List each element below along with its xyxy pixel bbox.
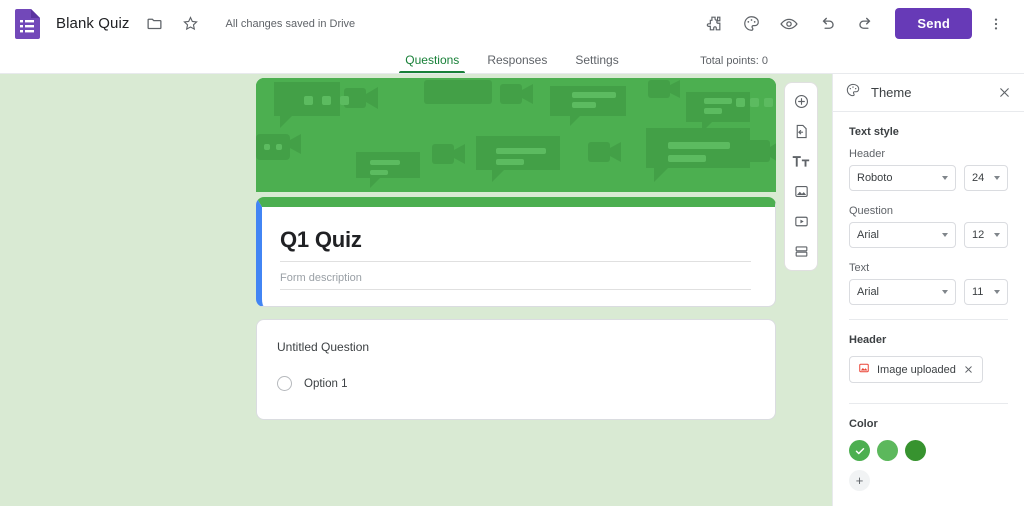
- folder-icon[interactable]: [142, 11, 168, 37]
- palette-theme-icon[interactable]: [735, 8, 767, 40]
- close-icon[interactable]: [997, 85, 1012, 100]
- form-title-card[interactable]: Q1 Quiz Form description: [256, 197, 776, 307]
- theme-panel-title: Theme: [871, 85, 912, 100]
- more-vert-icon[interactable]: [982, 8, 1010, 40]
- header-size-select[interactable]: 24: [964, 165, 1008, 191]
- color-section-heading: Color: [849, 418, 878, 430]
- header-size-value: 24: [972, 172, 985, 184]
- tab-settings[interactable]: Settings: [561, 53, 632, 73]
- form-header-image[interactable]: [256, 78, 776, 192]
- header-image-chip[interactable]: Image uploaded: [849, 356, 983, 383]
- add-image-icon[interactable]: [786, 178, 816, 205]
- form-title[interactable]: Q1 Quiz: [280, 227, 751, 262]
- question-font-select[interactable]: Arial: [849, 222, 956, 248]
- puzzle-addons-icon[interactable]: [697, 8, 729, 40]
- header-image-chip-label: Image uploaded: [877, 363, 956, 376]
- add-title-description-icon[interactable]: [786, 148, 816, 175]
- text-size-select[interactable]: 11: [964, 279, 1008, 305]
- header-font-select[interactable]: Roboto: [849, 165, 956, 191]
- palette-icon: [845, 82, 861, 103]
- add-question-icon[interactable]: [786, 88, 816, 115]
- star-icon[interactable]: [178, 11, 204, 37]
- question-font-value: Arial: [857, 229, 880, 241]
- image-icon: [858, 362, 870, 377]
- chevron-down-icon: [994, 290, 1000, 294]
- tab-responses[interactable]: Responses: [473, 53, 561, 73]
- form-description-placeholder[interactable]: Form description: [280, 262, 751, 290]
- panel-divider: [849, 319, 1008, 320]
- theme-panel-body: Text style Header Roboto 24 Question Ari…: [833, 112, 1024, 491]
- text-font-value: Arial: [857, 286, 880, 298]
- theme-panel: Theme Text style Header Roboto 24 Questi…: [832, 74, 1024, 506]
- top-bar-actions: Send: [697, 8, 1012, 40]
- send-button[interactable]: Send: [895, 8, 972, 39]
- forms-logo-icon[interactable]: [14, 8, 40, 39]
- question-size-select[interactable]: 12: [964, 222, 1008, 248]
- add-video-icon[interactable]: [786, 208, 816, 235]
- chevron-down-icon: [942, 233, 948, 237]
- question-font-label: Question: [849, 205, 894, 217]
- text-font-select[interactable]: Arial: [849, 279, 956, 305]
- top-bar: Blank Quiz All changes saved in Drive Se…: [0, 0, 1024, 47]
- google-forms-editor: Blank Quiz All changes saved in Drive Se…: [0, 0, 1024, 506]
- radio-button-icon[interactable]: [277, 376, 292, 391]
- chevron-down-icon: [942, 176, 948, 180]
- text-style-heading: Text style: [849, 126, 899, 138]
- theme-panel-header: Theme: [833, 74, 1024, 112]
- option-label[interactable]: Option 1: [304, 378, 347, 390]
- eye-preview-icon[interactable]: [773, 8, 805, 40]
- remove-header-image-icon[interactable]: [963, 364, 974, 375]
- header-font-value: Roboto: [857, 172, 893, 184]
- save-status-text: All changes saved in Drive: [225, 17, 356, 30]
- header-font-label: Header: [849, 148, 886, 160]
- header-font-row: Roboto 24: [849, 165, 1008, 191]
- document-title[interactable]: Blank Quiz: [54, 13, 132, 34]
- form-canvas: Q1 Quiz Form description Untitled Questi…: [0, 74, 832, 506]
- question-option-row[interactable]: Option 1: [277, 376, 751, 391]
- question-title[interactable]: Untitled Question: [277, 340, 751, 354]
- undo-icon[interactable]: [811, 8, 843, 40]
- text-size-value: 11: [972, 286, 984, 298]
- import-questions-icon[interactable]: [786, 118, 816, 145]
- header-section-heading: Header: [849, 334, 887, 346]
- check-icon: [855, 447, 864, 454]
- tabs: Questions Responses Settings: [391, 53, 632, 73]
- total-points-label: Total points: 0: [700, 55, 768, 67]
- chevron-down-icon: [942, 290, 948, 294]
- text-font-row: Arial 11: [849, 279, 1008, 305]
- redo-icon[interactable]: [849, 8, 881, 40]
- form-column: Q1 Quiz Form description Untitled Questi…: [256, 78, 776, 420]
- question-card[interactable]: Untitled Question Option 1: [256, 319, 776, 420]
- text-font-label: Text: [849, 262, 870, 274]
- add-item-toolbar: [784, 82, 818, 271]
- question-size-value: 12: [972, 229, 985, 241]
- color-swatches: [849, 440, 1008, 461]
- chevron-down-icon: [994, 176, 1000, 180]
- tab-bar: Questions Responses Settings Total point…: [0, 47, 1024, 74]
- add-section-icon[interactable]: [786, 238, 816, 265]
- color-swatch-3[interactable]: [905, 440, 926, 461]
- chevron-down-icon: [994, 233, 1000, 237]
- color-swatch-2[interactable]: [877, 440, 898, 461]
- tab-questions[interactable]: Questions: [391, 53, 473, 73]
- color-swatch-1[interactable]: [849, 440, 870, 461]
- question-font-row: Arial 12: [849, 222, 1008, 248]
- panel-divider-2: [849, 403, 1008, 404]
- add-color-button[interactable]: +: [849, 470, 870, 491]
